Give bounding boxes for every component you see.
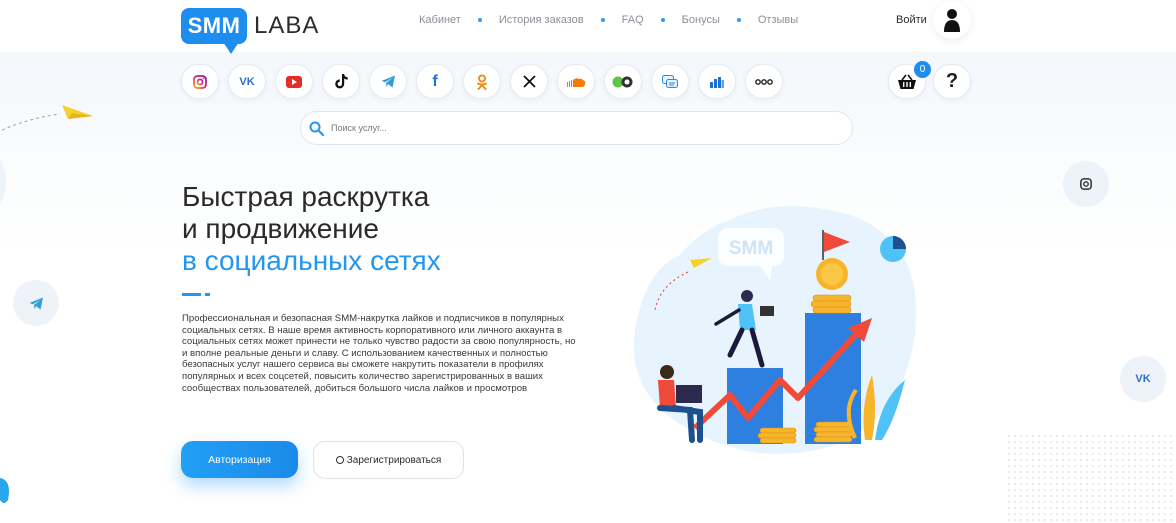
growth-illustration: SMM bbox=[633, 206, 917, 454]
basket-icon bbox=[898, 74, 916, 89]
odnoklassniki-button[interactable] bbox=[463, 64, 501, 99]
tiktok-icon bbox=[334, 74, 348, 89]
title-underline-dot bbox=[205, 293, 210, 296]
soundcloud-icon bbox=[567, 77, 586, 87]
logo[interactable]: SMM LABA bbox=[181, 2, 320, 54]
help-button[interactable]: ? bbox=[933, 64, 971, 99]
instagram-icon bbox=[193, 74, 207, 89]
chat-icon bbox=[662, 74, 678, 88]
hero-title-line-3: в социальных сетях bbox=[182, 245, 441, 276]
dot-pattern bbox=[1006, 433, 1176, 523]
more-icon bbox=[755, 78, 773, 85]
instagram-button[interactable] bbox=[181, 64, 219, 99]
telegram-icon bbox=[381, 75, 395, 88]
youtube-button[interactable] bbox=[275, 64, 313, 99]
search-icon[interactable] bbox=[307, 119, 325, 137]
chart-button[interactable] bbox=[698, 64, 736, 99]
login-link[interactable]: Войти bbox=[896, 14, 927, 26]
search-bar bbox=[300, 111, 853, 145]
vk-icon: VK bbox=[239, 75, 255, 88]
nav-item-bonuses[interactable]: Бонусы bbox=[682, 14, 720, 26]
tiktok-button[interactable] bbox=[322, 64, 360, 99]
nav-separator bbox=[660, 18, 665, 22]
more-button[interactable] bbox=[745, 64, 783, 99]
logo-word: LABA bbox=[254, 12, 320, 39]
youtube-icon bbox=[286, 75, 302, 88]
nav-item-cabinet[interactable]: Кабинет bbox=[419, 14, 461, 26]
floating-instagram-bubble bbox=[1063, 161, 1109, 207]
x-twitter-icon bbox=[522, 75, 536, 88]
hero-title-line-2: и продвижение bbox=[182, 213, 379, 244]
nav-separator bbox=[477, 18, 482, 22]
cart-count-badge: 0 bbox=[914, 61, 931, 78]
search-input[interactable] bbox=[331, 123, 811, 133]
nav-separator bbox=[736, 18, 741, 22]
floating-telegram-bubble bbox=[13, 280, 59, 326]
avatar-button[interactable] bbox=[933, 1, 971, 39]
vk-icon: VK bbox=[1135, 373, 1151, 385]
title-underline bbox=[182, 293, 201, 296]
register-button[interactable]: Зарегистрироваться bbox=[313, 441, 464, 479]
paper-plane-decoration bbox=[1, 105, 93, 131]
social-filter-bar: VK f bbox=[181, 64, 792, 99]
nav-separator bbox=[600, 18, 605, 22]
hero-description: Профессиональная и безопасная SMM-накрут… bbox=[182, 313, 576, 394]
x-twitter-button[interactable] bbox=[510, 64, 548, 99]
twitch-button[interactable] bbox=[604, 64, 642, 99]
instagram-icon bbox=[1080, 178, 1092, 190]
soundcloud-button[interactable] bbox=[557, 64, 595, 99]
logo-mark: SMM bbox=[181, 8, 247, 54]
telegram-button[interactable] bbox=[369, 64, 407, 99]
header: SMM LABA Кабинет История заказов FAQ Бон… bbox=[0, 0, 1176, 54]
telegram-icon bbox=[29, 297, 43, 309]
hero-title-line-1: Быстрая раскрутка bbox=[182, 181, 430, 212]
login-button[interactable]: Авторизация bbox=[181, 441, 298, 478]
circle-icon bbox=[335, 456, 344, 464]
floating-vk-bubble: VK bbox=[1120, 356, 1166, 402]
user-icon bbox=[944, 9, 960, 32]
nav-item-order-history[interactable]: История заказов bbox=[499, 14, 584, 26]
register-button-label: Зарегистрироваться bbox=[346, 454, 442, 466]
svg-text:SMM: SMM bbox=[729, 238, 773, 259]
facebook-icon: f bbox=[432, 72, 438, 90]
twitch-icon bbox=[612, 76, 633, 87]
main-nav: Кабинет История заказов FAQ Бонусы Отзыв… bbox=[419, 14, 798, 26]
chat-button[interactable] bbox=[651, 64, 689, 99]
odnoklassniki-icon bbox=[477, 74, 487, 90]
vk-button[interactable]: VK bbox=[228, 64, 266, 99]
nav-item-faq[interactable]: FAQ bbox=[622, 14, 644, 26]
chart-icon bbox=[710, 76, 724, 88]
edge-leaf-decoration bbox=[0, 478, 9, 503]
nav-item-reviews[interactable]: Отзывы bbox=[758, 14, 798, 26]
facebook-button[interactable]: f bbox=[416, 64, 454, 99]
hero-title: Быстрая раскрутка и продвижение в социал… bbox=[182, 181, 441, 277]
